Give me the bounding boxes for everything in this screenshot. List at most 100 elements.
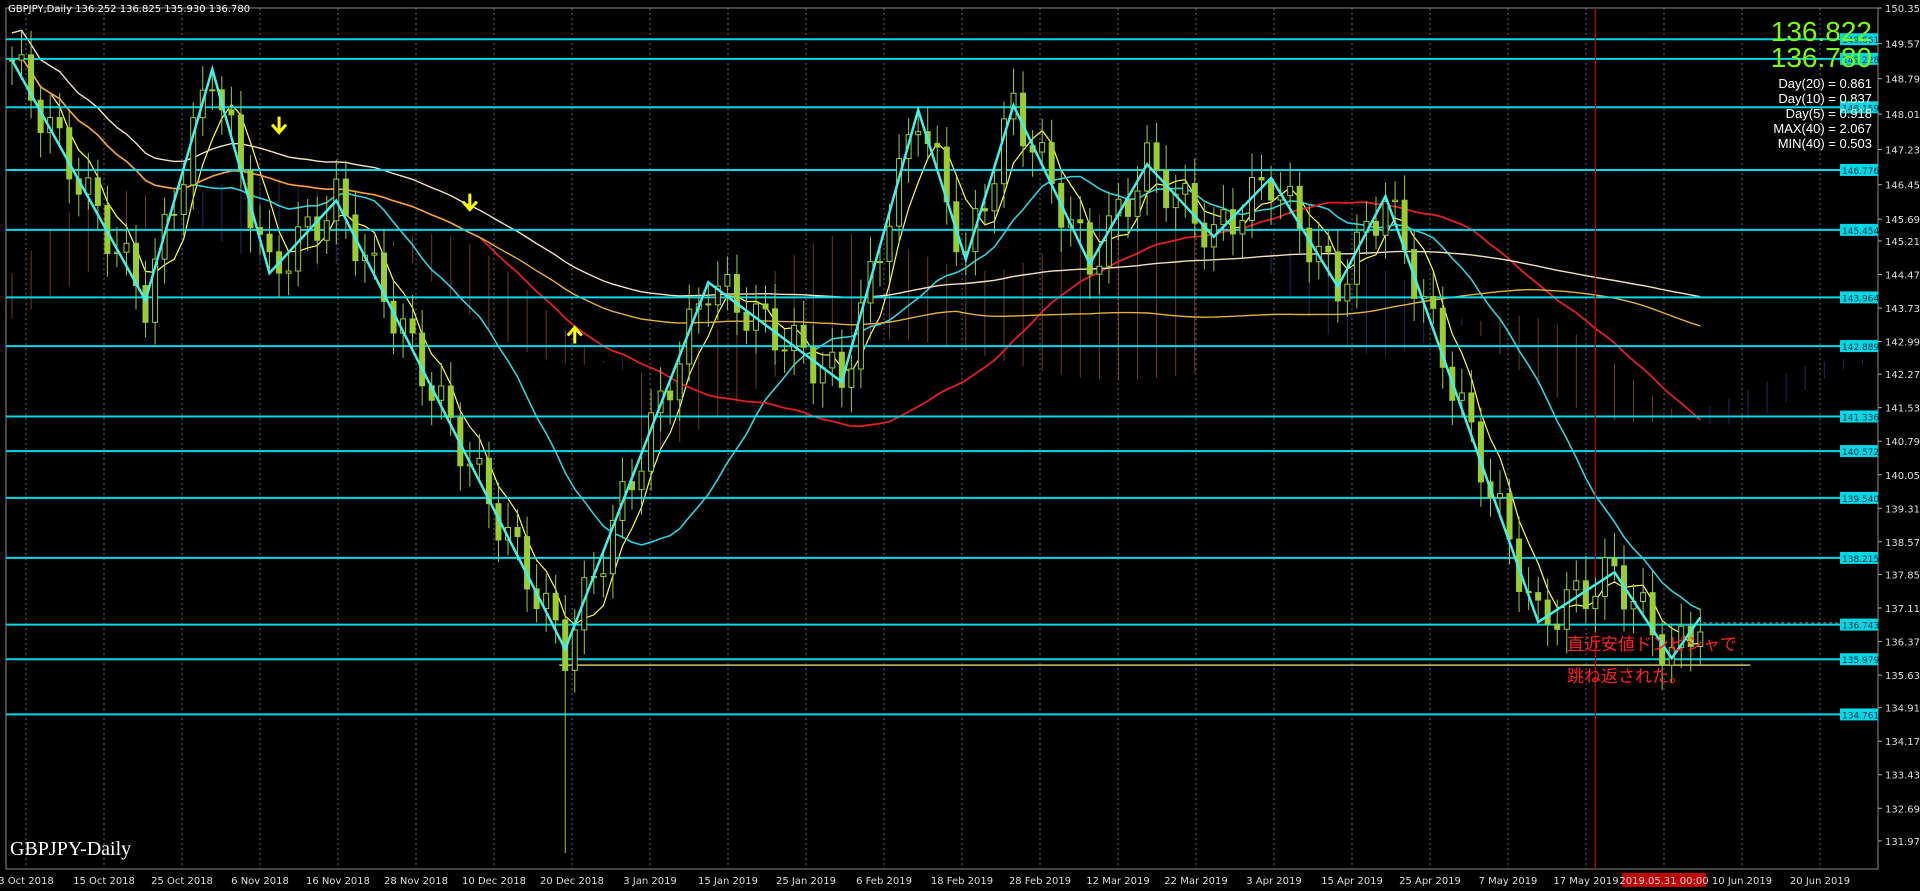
candle [743,287,750,345]
candle-body [600,573,607,577]
candle [524,516,531,612]
x-tick-label: 28 Feb 2019 [1009,876,1071,887]
x-tick-label: 25 Apr 2019 [1399,876,1461,887]
candle-body [1506,493,1513,540]
x-tick-label-highlight: 2019.05.31 00:00 [1619,876,1708,887]
candle-body [705,303,712,306]
candle-body [1096,265,1103,275]
candle-body [1382,201,1389,236]
x-tick-label: 10 Jun 2019 [1712,876,1772,887]
ma-100-line [11,56,1701,327]
y-tick-label: 140.790 [1885,437,1920,448]
candle [1144,125,1151,216]
candle-body [571,629,578,671]
stat-day5: Day(5) = 0.918 [1785,106,1872,121]
x-tick-label: 3 Jan 2019 [623,876,677,887]
candles [9,30,1704,854]
y-tick-label: 140.050 [1885,471,1920,482]
candle-body [1458,392,1465,401]
candle-body [1287,185,1294,197]
candle [772,283,779,365]
candle-body [638,470,645,491]
candle-body [667,390,674,401]
candle-body [209,89,216,92]
candle [323,195,330,255]
stat-day20: Day(20) = 0.861 [1778,76,1872,91]
candle [1630,583,1637,634]
candle [857,279,864,389]
candle [381,228,387,318]
candle-body [552,592,559,621]
ohlc-label: 136.252 136.825 135.930 136.780 [75,4,251,15]
candle-body [56,117,63,129]
candle [543,573,550,632]
y-tick-label: 133.430 [1885,771,1920,782]
candle [943,127,950,225]
level-label: 146.776 [1842,167,1879,177]
candle-body [1611,557,1618,567]
candle-body [1334,251,1341,302]
candle-body [724,274,731,287]
x-tick-label: 28 Nov 2018 [384,876,448,887]
candle [562,595,569,854]
candle-body [1229,209,1236,235]
candle [733,254,740,336]
x-tick-label: 7 May 2019 [1479,876,1538,887]
x-tick-label: 18 Feb 2019 [931,876,993,887]
candle [314,197,321,264]
x-tick-label: 6 Nov 2018 [231,876,289,887]
candle [819,352,826,408]
candle-body [886,225,893,263]
annotation-line2: 跳ね返された。 [1567,667,1686,687]
candle-body [1163,169,1170,209]
level-label: 143.964 [1842,294,1879,304]
candle [1353,214,1360,309]
ask-price: 136.780 [1770,42,1872,73]
y-tick-label: 137.850 [1885,570,1920,581]
candle-body [1220,209,1227,226]
candle [266,209,273,269]
candle [1172,174,1179,232]
level-label: 134.761 [1842,711,1879,721]
y-tick-label: 145.690 [1885,215,1920,226]
candle-body [409,318,416,334]
candle-body [1582,580,1589,610]
x-tick-label: 12 Mar 2019 [1086,876,1149,887]
candle-body [447,385,454,418]
candle-body [18,54,25,61]
candle [485,441,492,529]
candle-body [171,213,178,216]
y-tick-label: 132.690 [1885,804,1920,815]
candle-body [733,274,740,313]
candle-body [1182,182,1189,195]
candle [1239,204,1246,259]
candle-body [123,242,130,253]
candle-body [829,351,836,369]
candle [28,30,35,119]
price-chart[interactable]: 3 Oct 2018 15 Oct 2018 25 Oct 2018 6 Nov 20… [0,0,1920,891]
x-tick-label: 10 Dec 2018 [462,876,526,887]
x-tick-label: 6 Feb 2019 [856,876,912,887]
stat-day10: Day(10) = 0.837 [1778,91,1872,106]
candle-body [800,324,807,348]
level-label: 140.572 [1842,448,1879,458]
y-tick-label: 148.790 [1885,75,1920,86]
candle-body [228,109,235,116]
candle [1296,171,1303,254]
x-tick-label: 3 Apr 2019 [1246,876,1301,887]
candle [1001,101,1007,209]
candle [724,256,731,311]
candle [781,329,788,373]
x-tick-label: 20 Jun 2019 [1790,876,1850,887]
candle-body [180,184,187,216]
candle-body [1535,592,1542,601]
candle-body [1544,599,1551,625]
candle-body [295,226,302,272]
candle [419,309,426,406]
candle-body [285,270,292,274]
level-label: 139.540 [1842,495,1879,505]
y-tick-label: 146.450 [1885,181,1920,192]
candle-body [1353,231,1360,285]
candle-body [676,363,683,401]
candle-body [1468,392,1475,423]
